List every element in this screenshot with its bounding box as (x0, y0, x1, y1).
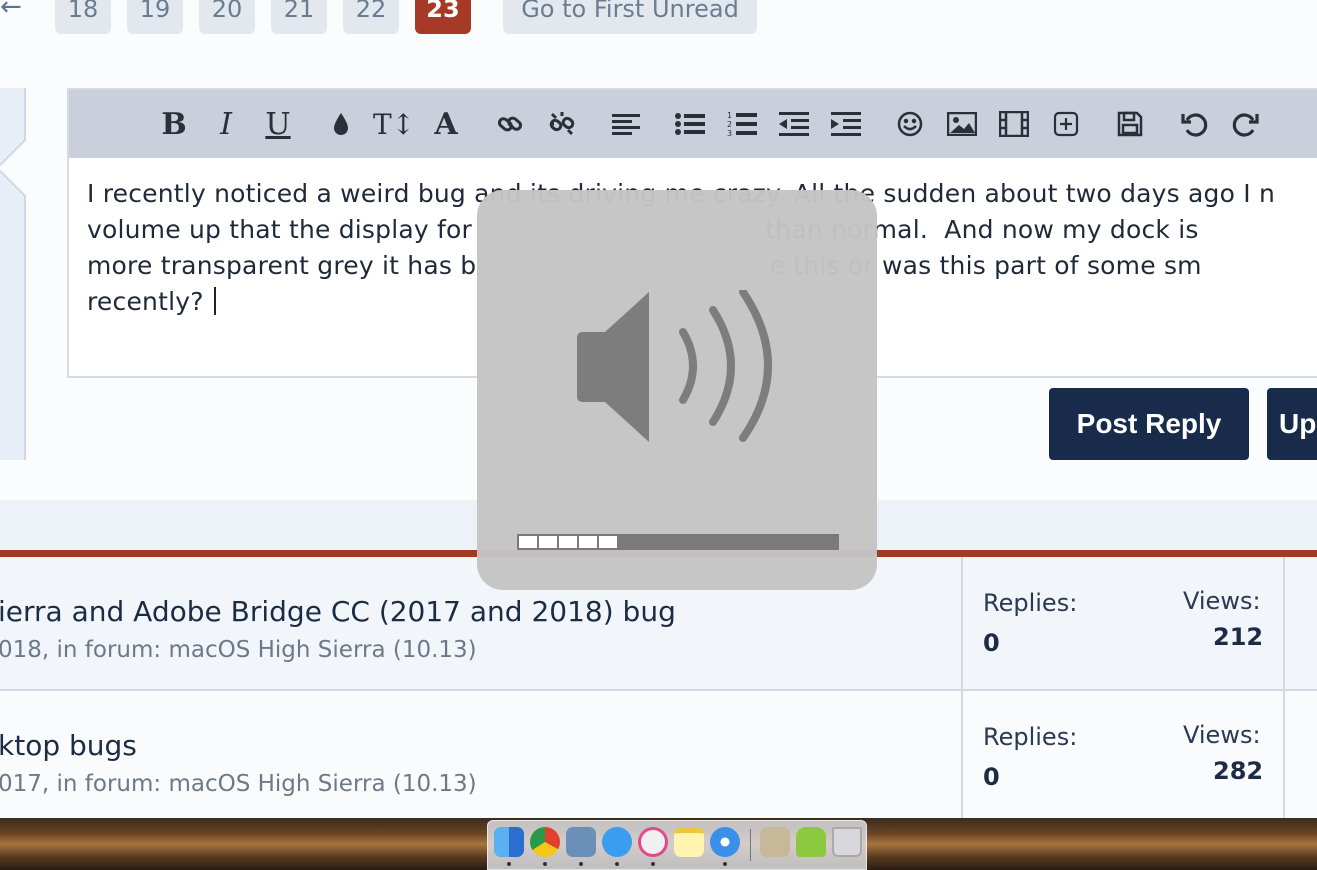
insert-plus-icon[interactable] (1046, 104, 1086, 144)
media-icon[interactable] (994, 104, 1034, 144)
editor-line: recently? (87, 287, 204, 316)
volume-segment (559, 536, 577, 548)
font-family-button[interactable]: A (426, 104, 466, 144)
editor-toolbar: B I U T↕ A 123 (69, 90, 1317, 158)
page-link-22[interactable]: 22 (343, 0, 399, 34)
volume-hud (477, 190, 877, 590)
views-label: Views: (1183, 721, 1261, 749)
replies-count: 0 (983, 629, 1000, 657)
thread-title[interactable]: ktop bugs (0, 729, 137, 762)
preview-icon[interactable] (566, 827, 596, 857)
volume-level-bar (517, 534, 839, 550)
volume-segment (519, 536, 537, 548)
android-file-transfer-icon[interactable] (796, 827, 826, 857)
running-indicator (723, 862, 727, 866)
replies-count: 0 (983, 763, 1000, 791)
volume-segment (539, 536, 557, 548)
replies-label: Replies: (983, 723, 1078, 751)
text-caret (213, 287, 216, 315)
dock-separator (750, 829, 751, 861)
volume-segment (579, 536, 597, 548)
outdent-icon[interactable] (774, 104, 814, 144)
replies-label: Replies: (983, 589, 1078, 617)
thread-stats: Replies: 0 Views: 282 (961, 691, 1285, 823)
page-link-21[interactable]: 21 (271, 0, 327, 34)
views-count: 212 (1213, 623, 1264, 651)
running-indicator (543, 862, 547, 866)
svg-text:1: 1 (727, 111, 732, 120)
unlink-icon[interactable] (542, 104, 582, 144)
thread-meta: 018, in forum: macOS High Sierra (10.13) (0, 637, 477, 663)
link-icon[interactable] (490, 104, 530, 144)
thread-last-post (1283, 691, 1317, 823)
pagination: ← 18 19 20 21 22 23 Go to First Unread (0, 0, 1317, 34)
itunes-icon[interactable] (638, 827, 668, 857)
views-count: 282 (1213, 757, 1264, 785)
chrome-icon[interactable] (530, 827, 560, 857)
upload-file-button[interactable]: Up (1267, 388, 1317, 460)
thread-row[interactable]: ktop bugs 017, in forum: macOS High Sier… (0, 691, 1317, 825)
image-icon[interactable] (942, 104, 982, 144)
post-reply-button[interactable]: Post Reply (1049, 388, 1249, 460)
numbered-list-icon[interactable]: 123 (722, 104, 762, 144)
undo-icon[interactable] (1174, 104, 1214, 144)
dock (487, 820, 867, 870)
running-indicator (507, 862, 511, 866)
running-indicator (651, 862, 655, 866)
svg-text:2: 2 (727, 120, 732, 129)
page-link-19[interactable]: 19 (127, 0, 183, 34)
thread-title[interactable]: ierra and Adobe Bridge CC (2017 and 2018… (0, 595, 676, 628)
finder-icon[interactable] (494, 827, 524, 857)
running-indicator (615, 862, 619, 866)
smilies-icon[interactable] (890, 104, 930, 144)
safari-icon[interactable] (710, 827, 740, 857)
bold-button[interactable]: B (154, 104, 194, 144)
trash-icon[interactable] (832, 827, 862, 857)
messages-icon[interactable] (602, 827, 632, 857)
svg-text:3: 3 (727, 129, 732, 138)
bullet-list-icon[interactable] (670, 104, 710, 144)
running-indicator (579, 862, 583, 866)
font-size-button[interactable]: T↕ (373, 104, 415, 144)
prev-page-arrow[interactable]: ← (0, 0, 22, 22)
volume-segment (599, 536, 617, 548)
redo-icon[interactable] (1226, 104, 1266, 144)
notes-icon[interactable] (674, 827, 704, 857)
align-icon[interactable] (606, 104, 646, 144)
italic-button[interactable]: I (206, 104, 246, 144)
similar-threads-list: ierra and Adobe Bridge CC (2017 and 2018… (0, 550, 1317, 825)
underline-button[interactable]: U (258, 104, 298, 144)
go-to-first-unread-button[interactable]: Go to First Unread (503, 0, 757, 34)
text-color-icon[interactable] (321, 104, 361, 144)
thread-stats: Replies: 0 Views: 212 (961, 557, 1285, 689)
page-link-18[interactable]: 18 (55, 0, 111, 34)
page-link-20[interactable]: 20 (199, 0, 255, 34)
views-label: Views: (1183, 587, 1261, 615)
current-page[interactable]: 23 (415, 0, 471, 34)
thread-meta: 017, in forum: macOS High Sierra (10.13) (0, 771, 477, 797)
downloads-icon[interactable] (760, 827, 790, 857)
speaker-volume-icon (577, 290, 772, 442)
indent-icon[interactable] (826, 104, 866, 144)
thread-last-post (1283, 557, 1317, 689)
save-draft-icon[interactable] (1110, 104, 1150, 144)
